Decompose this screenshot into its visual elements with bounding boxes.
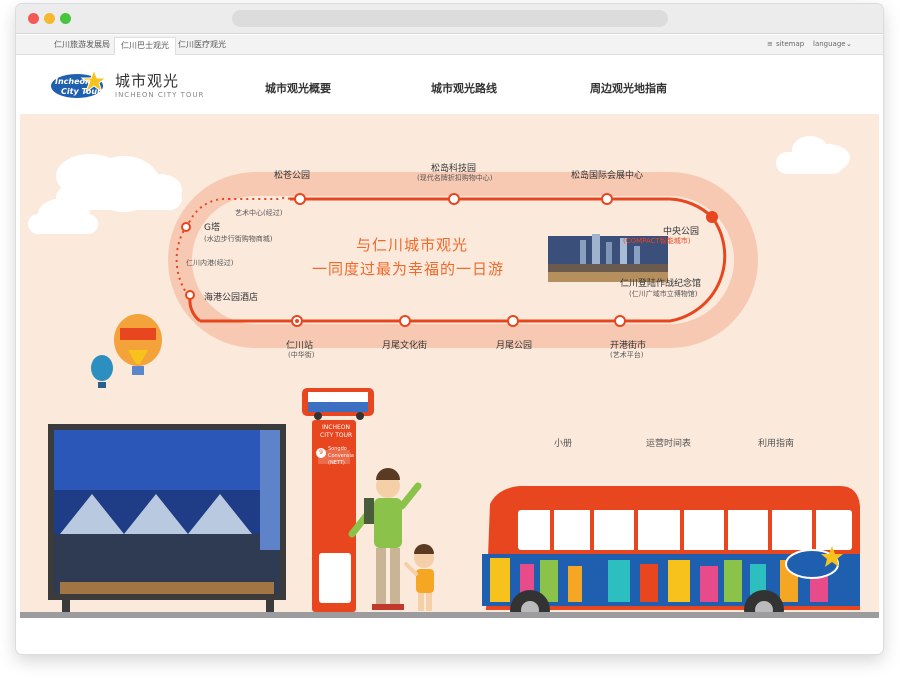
site-topbar: 仁川旅游发展局 仁川巴士观光 仁川医疗观光 ≡ sitemap language… xyxy=(16,35,883,55)
minimize-window-icon[interactable] xyxy=(44,13,55,24)
station-harbor-park-hotel[interactable]: 海港公园酒店 xyxy=(204,290,258,303)
tab-medical-tour[interactable]: 仁川医疗观光 xyxy=(172,37,232,55)
link-timetable[interactable]: 运营时间表 xyxy=(646,436,691,449)
station-g-tower-sub: (水边步行街购物商城) xyxy=(204,235,273,243)
page-title: 城市观光 xyxy=(115,72,180,90)
small-balloon-icon xyxy=(91,355,113,388)
girl-illustration xyxy=(404,544,434,611)
station-songdo-convensia[interactable]: 松岛国际会展中心 xyxy=(571,168,643,181)
page-subtitle: INCHEON CITY TOUR xyxy=(115,91,205,99)
sign-brand-2: CITY TOUR xyxy=(320,432,353,439)
language-select[interactable]: language xyxy=(813,40,846,48)
station-wolmi-culture-street[interactable]: 月尾文化街 xyxy=(382,338,427,351)
sitemap-link[interactable]: sitemap xyxy=(776,40,804,48)
tab-bus-tour[interactable]: 仁川巴士观光 xyxy=(114,37,176,55)
sign-stop-line-a: Songdo xyxy=(328,446,347,452)
billboard-image xyxy=(48,424,286,612)
site-header: Incheon City Tour 城市观光 INCHEON CITY TOUR… xyxy=(16,56,883,114)
nav-nearby-guide[interactable]: 周边观光地指南 xyxy=(590,80,667,96)
station-wolmi-park[interactable]: 月尾公园 xyxy=(496,338,532,351)
station-incheon-station-sub: (中华街) xyxy=(288,351,315,359)
pass-arts-center: 艺术中心(经过) xyxy=(235,209,283,217)
pass-inner-port: 仁川内港(经过) xyxy=(186,259,234,267)
svg-text:City Tour: City Tour xyxy=(61,87,102,96)
browser-titlebar xyxy=(16,4,883,34)
sign-brand-1: INCHEON xyxy=(322,424,350,431)
close-window-icon[interactable] xyxy=(28,13,39,24)
route-hero: 松苍公园 松岛科技园 (现代名牌折扣购物中心) 松岛国际会展中心 中央公园 (C… xyxy=(20,114,879,618)
station-songdo-technopark-sub: (现代名牌折扣购物中心) xyxy=(417,174,493,182)
chevron-down-icon: ⌄ xyxy=(846,40,852,48)
browser-window: 仁川旅游发展局 仁川巴士观光 仁川医疗观光 ≡ sitemap language… xyxy=(16,4,883,654)
cloud-right-icon xyxy=(776,136,850,174)
svg-text:Incheon: Incheon xyxy=(55,77,91,86)
slogan-line-2: 一同度过最为幸福的一日游 xyxy=(312,260,505,278)
hero-illustration xyxy=(28,136,860,618)
slogan-line-1: 与仁川城市观光 xyxy=(356,236,469,254)
cloud-left-icon xyxy=(28,154,182,234)
city-tour-bus-illustration xyxy=(482,486,860,618)
ground-strip xyxy=(20,612,879,618)
nav-overview[interactable]: 城市观光概要 xyxy=(265,80,331,96)
link-usage-guide[interactable]: 利用指南 xyxy=(758,436,794,449)
nav-route[interactable]: 城市观光路线 xyxy=(431,80,497,96)
station-landing-memorial[interactable]: 仁川登陆作战纪念馆 xyxy=(620,276,701,289)
address-bar[interactable] xyxy=(232,10,668,27)
link-brochure[interactable]: 小册 xyxy=(554,436,572,449)
maximize-window-icon[interactable] xyxy=(60,13,71,24)
station-open-port-street-sub: (艺术平台) xyxy=(610,351,644,359)
station-g-tower[interactable]: G塔 xyxy=(204,220,220,233)
sign-stop-line-b: Convensia xyxy=(328,453,354,459)
sign-stop-line-c: (NETT) xyxy=(328,460,345,466)
station-songchang-park[interactable]: 松苍公园 xyxy=(274,168,310,181)
station-central-park-sub: (COMPACT智能城市) xyxy=(623,237,691,245)
sitemap-icon: ≡ xyxy=(767,40,773,48)
station-landing-memorial-sub: (仁川广域市立博物馆) xyxy=(629,290,698,298)
mini-bus-icon xyxy=(302,388,374,420)
incheon-city-tour-logo[interactable]: Incheon City Tour xyxy=(50,68,108,102)
sign-stop-number: 9 xyxy=(316,448,326,458)
tab-tourism-org[interactable]: 仁川旅游发展局 xyxy=(48,37,116,55)
hot-air-balloon-icon xyxy=(114,314,162,375)
